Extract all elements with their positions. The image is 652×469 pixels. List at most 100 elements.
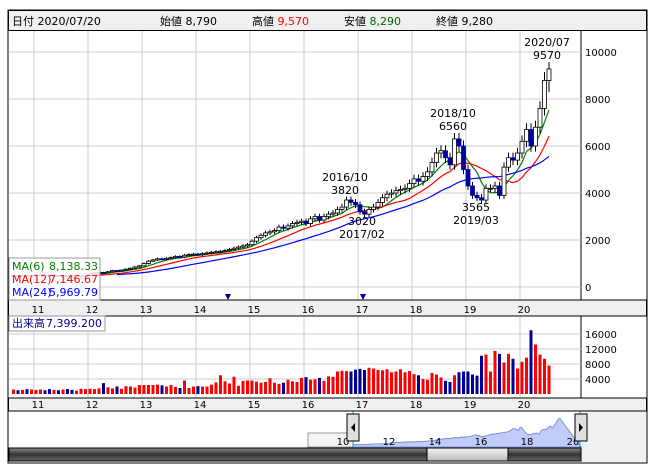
volume-bar	[385, 369, 389, 394]
x-tick-label: 13	[140, 305, 153, 316]
volume-bar	[462, 371, 465, 394]
candle-body	[510, 157, 516, 161]
volume-bar	[142, 385, 146, 394]
volume-bar	[417, 375, 420, 394]
candle-body	[321, 216, 327, 221]
nav-tick-label: 12	[383, 437, 396, 448]
volume-bar	[255, 381, 258, 394]
header-low: 安値 8,290	[344, 14, 401, 28]
candle-body	[231, 247, 237, 250]
volume-bar	[426, 379, 429, 394]
candle-body	[191, 253, 196, 256]
volume-bar	[196, 386, 200, 394]
volume-bar	[502, 362, 506, 394]
volume-bar	[52, 389, 56, 394]
volume-bar	[489, 371, 492, 394]
candle-body	[501, 166, 507, 196]
stock-chart-widget: 日付 2020/07/20 始値 8,790 高値 9,570 安値 8,290…	[0, 0, 652, 469]
x-tick-label: 18	[410, 305, 423, 316]
volume-bar	[165, 386, 168, 394]
candle-body	[245, 244, 250, 247]
candle-body	[380, 197, 385, 203]
volume-bar	[309, 379, 312, 394]
volume-tick-label: 16000	[585, 330, 617, 341]
volume-bar	[25, 389, 29, 394]
volume-bar	[538, 354, 542, 394]
candle-body	[357, 204, 363, 213]
volume-bar	[349, 371, 353, 394]
legend-ma12-label: MA(12)	[12, 273, 52, 286]
volume-bar	[448, 382, 452, 394]
volume-bar	[403, 372, 407, 394]
candle-body	[240, 245, 246, 248]
candle-body	[339, 206, 345, 210]
x-tick-label: 20	[518, 400, 531, 411]
candle-body	[456, 138, 462, 147]
volume-bar	[219, 375, 222, 394]
volume-bar	[61, 389, 65, 394]
volume-bar	[43, 390, 47, 394]
candle-body	[506, 157, 511, 168]
annotation-value: 3820	[331, 184, 359, 197]
volume-bar	[97, 388, 101, 394]
candle-body	[128, 267, 133, 270]
candle-body	[281, 226, 286, 229]
candle-body	[150, 259, 156, 262]
volume-bar	[291, 381, 294, 394]
annotation-line: 2019/03	[453, 214, 499, 227]
volume-bar	[331, 376, 335, 394]
candle-body	[276, 226, 282, 231]
volume-bar	[435, 374, 438, 394]
candle-body	[110, 270, 115, 273]
candle-body	[335, 209, 340, 214]
volume-bar	[471, 374, 474, 394]
volume-bar	[237, 385, 240, 394]
volume-bar	[250, 380, 254, 394]
volume-bar	[295, 382, 299, 394]
annotation-line: 2020/07	[524, 36, 570, 49]
volume-bar	[84, 389, 87, 394]
volume-bar	[466, 371, 470, 394]
price-tick-label: 10000	[585, 48, 617, 59]
candle-body	[533, 126, 538, 147]
volume-bar	[282, 382, 285, 394]
candle-body	[186, 254, 192, 256]
candle-body	[105, 271, 111, 274]
candle-body	[155, 258, 160, 261]
candle-body	[524, 129, 529, 142]
volume-bar	[453, 375, 456, 394]
volume-bar	[30, 389, 33, 394]
volume-bar	[304, 377, 308, 394]
volume-bar	[300, 377, 303, 394]
volume-bar	[178, 388, 182, 394]
volume-bar	[151, 385, 155, 394]
volume-bar	[511, 358, 515, 394]
volume-bar	[322, 380, 326, 394]
candle-body	[434, 152, 439, 163]
volume-bar	[507, 353, 510, 394]
volume-bar	[48, 389, 51, 394]
volume-bar	[363, 370, 366, 394]
volume-bar	[273, 382, 276, 394]
candle-body	[312, 216, 318, 220]
candle-body	[348, 199, 354, 203]
volume-bar	[313, 379, 317, 394]
volume-bar	[372, 368, 375, 394]
header-high: 高値 9,570	[252, 14, 309, 28]
volume-value: 7,399.200	[46, 317, 102, 330]
candle-body	[249, 240, 255, 246]
candle-body	[132, 266, 138, 269]
candle-body	[290, 223, 295, 227]
candle-body	[326, 213, 331, 217]
price-tick-label: 0	[585, 283, 591, 294]
volume-bar	[264, 382, 267, 394]
candle-body	[447, 157, 453, 166]
volume-bar	[201, 386, 204, 394]
candle-body	[227, 248, 232, 251]
annotation-line: 2017/02	[339, 228, 385, 241]
candle-body	[546, 68, 552, 81]
candle-body	[402, 187, 408, 190]
legend-ma6-value: 8,138.33	[49, 260, 98, 273]
candle-body	[299, 220, 304, 223]
candle-body	[200, 253, 205, 256]
